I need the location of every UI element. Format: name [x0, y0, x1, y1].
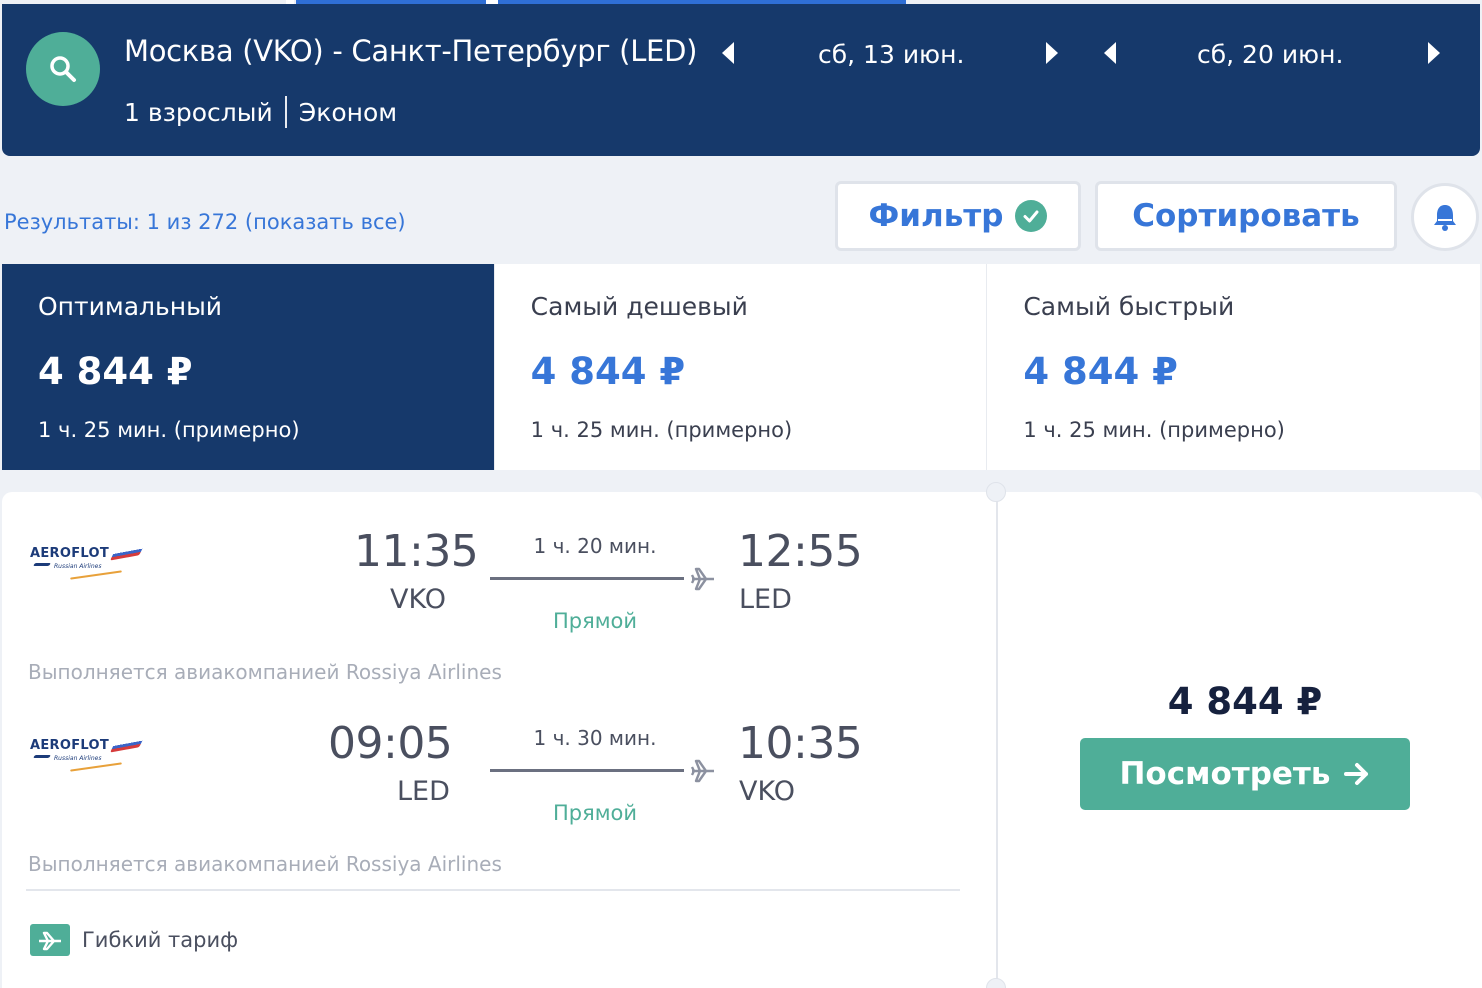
route-line [490, 769, 684, 772]
filter-button-label: Фильтр [868, 198, 1004, 234]
route-title[interactable]: Москва (VKO) - Санкт-Петербург (LED) [124, 34, 697, 68]
outbound-prev-day-icon[interactable] [722, 42, 734, 64]
search-button[interactable] [26, 32, 100, 106]
outbound-next-day-icon[interactable] [1046, 42, 1058, 64]
departure-airport-code: VKO [390, 584, 446, 615]
segment-duration: 1 ч. 20 мин. [533, 534, 657, 558]
passenger-class-summary[interactable]: 1 взрослый Эконом [124, 96, 397, 128]
segment-duration: 1 ч. 30 мин. [533, 726, 657, 750]
airline-logo-flag-icon [110, 545, 144, 561]
arrival-airport-code: LED [739, 584, 792, 615]
view-offer-button[interactable]: Посмотреть [1080, 738, 1410, 810]
arrival-airport-code: VKO [739, 776, 795, 807]
card-divider [26, 889, 960, 891]
airline-logo-subtext: Russian Airlines [54, 755, 102, 762]
result-price: 4 844 ₽ [1167, 680, 1323, 723]
departure-airport-code: LED [397, 776, 450, 807]
departure-time: 09:05 [328, 718, 453, 769]
tab-cheapest[interactable]: Самый дешевый 4 844 ₽ 1 ч. 25 мин. (прим… [494, 264, 988, 470]
return-next-day-icon[interactable] [1428, 42, 1440, 64]
search-header[interactable]: Москва (VKO) - Санкт-Петербург (LED) 1 в… [2, 4, 1480, 156]
card-notch-top [986, 482, 1006, 502]
tab-price: 4 844 ₽ [530, 350, 686, 393]
tab-price: 4 844 ₽ [38, 350, 193, 393]
search-icon [50, 56, 76, 82]
view-offer-button-label: Посмотреть [1119, 756, 1331, 792]
tab-duration: 1 ч. 25 мин. (примерно) [1023, 418, 1285, 442]
bell-icon [1434, 205, 1456, 231]
return-prev-day-icon[interactable] [1104, 42, 1116, 64]
ticket-icon [30, 924, 70, 956]
results-count-link[interactable]: Результаты: 1 из 272 (показать все) [4, 210, 406, 234]
airline-logo-text: AEROFLOT [30, 546, 110, 561]
filter-button[interactable]: Фильтр [835, 181, 1081, 251]
tab-duration: 1 ч. 25 мин. (примерно) [38, 418, 300, 442]
stops-label: Прямой [552, 801, 638, 825]
plane-icon [690, 567, 714, 591]
flexible-fare-label: Гибкий тариф [82, 928, 239, 952]
tab-optimal[interactable]: Оптимальный 4 844 ₽ 1 ч. 25 мин. (пример… [2, 264, 495, 470]
tab-price: 4 844 ₽ [1023, 350, 1178, 393]
tab-fastest[interactable]: Самый быстрый 4 844 ₽ 1 ч. 25 мин. (прим… [987, 264, 1481, 470]
outbound-date[interactable]: сб, 13 июн. [818, 40, 964, 69]
airline-logo: AEROFLOT Russian Airlines [30, 737, 144, 772]
cabin-class-label: Эконом [298, 97, 398, 127]
airline-logo-subtext: Russian Airlines [54, 563, 102, 570]
airline-logo-text: AEROFLOT [30, 738, 110, 753]
departure-time: 11:35 [354, 526, 479, 577]
arrow-right-icon [1343, 763, 1368, 785]
tab-title: Самый дешевый [530, 292, 748, 321]
operated-by-text: Выполняется авиакомпанией Rossiya Airlin… [28, 660, 502, 684]
operated-by-text: Выполняется авиакомпанией Rossiya Airlin… [28, 852, 502, 876]
arrival-time: 12:55 [738, 526, 863, 577]
arrival-time: 10:35 [738, 718, 863, 769]
tab-title: Оптимальный [38, 292, 223, 321]
plane-icon [690, 759, 714, 783]
check-circle-icon [1015, 200, 1048, 232]
route-line [490, 577, 684, 580]
airline-logo-flag-icon [110, 737, 144, 753]
divider [284, 96, 287, 128]
flexible-fare-badge: Гибкий тариф [30, 924, 238, 956]
tab-title: Самый быстрый [1023, 292, 1235, 321]
sort-tabs: Оптимальный 4 844 ₽ 1 ч. 25 мин. (пример… [2, 264, 1481, 470]
sort-button[interactable]: Сортировать [1095, 181, 1397, 251]
price-alert-button[interactable] [1411, 183, 1479, 251]
stops-label: Прямой [552, 609, 638, 633]
passengers-label: 1 взрослый [124, 97, 273, 127]
airline-logo: AEROFLOT Russian Airlines [30, 545, 144, 580]
sort-button-label: Сортировать [1132, 198, 1360, 234]
return-date[interactable]: сб, 20 июн. [1197, 40, 1343, 69]
tab-duration: 1 ч. 25 мин. (примерно) [530, 418, 793, 442]
